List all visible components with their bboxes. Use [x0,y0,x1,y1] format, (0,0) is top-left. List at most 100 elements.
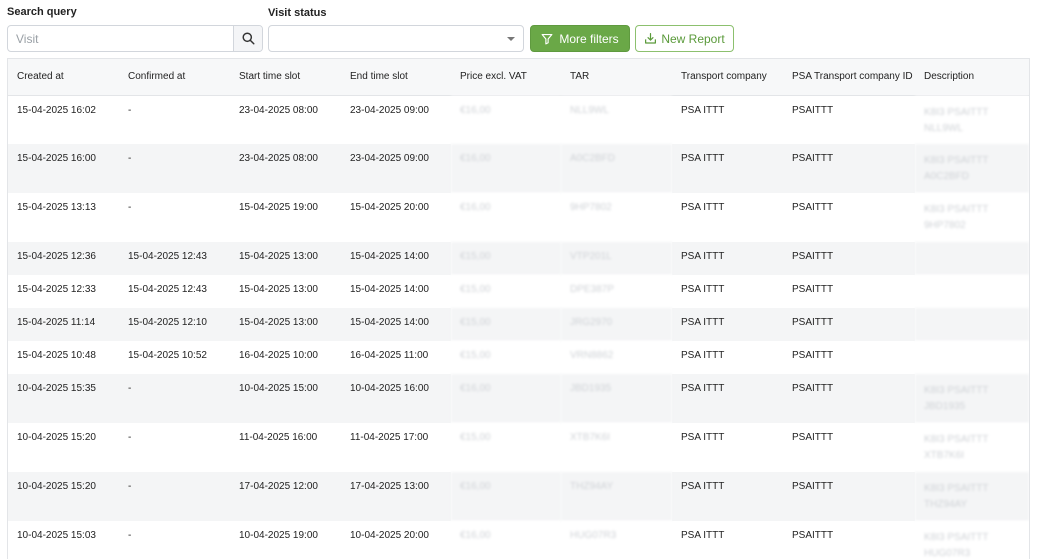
table-row[interactable]: 15-04-2025 13:13-15-04-2025 19:00 15-04-2… [8,193,1029,242]
description-line-1: K8I3 PSAITTT [924,483,989,494]
visit-status-label: Visit status [268,7,327,19]
cell-start-time-slot: 16-04-2025 10:00 [230,341,341,374]
cell-created-at: 15-04-2025 10:48 [8,341,119,374]
cell-tar: XTB7K6I [561,423,672,472]
cell-transport-company: PSA ITTT [672,472,783,521]
column-header-start-time-slot[interactable]: Start time slot [230,59,341,96]
cell-created-at: 15-04-2025 12:36 [8,242,119,275]
cell-description [915,242,1029,275]
cell-transport-company: PSA ITTT [672,193,783,242]
cell-company-id: PSAITTT [783,374,915,423]
column-header-tar[interactable]: TAR [561,59,672,96]
table-row[interactable]: 10-04-2025 15:20-11-04-2025 16:00 11-04-2… [8,423,1029,472]
table-row[interactable]: 10-04-2025 15:35-10-04-2025 15:00 10-04-2… [8,374,1029,423]
cell-start-time-slot: 23-04-2025 08:00 [230,144,341,193]
more-filters-button[interactable]: More filters [530,25,630,52]
cell-company-id: PSAITTT [783,308,915,341]
cell-tar: THZ94AY [561,472,672,521]
cell-description: K8I3 PSAITTT A0C2BFD [915,144,1029,193]
column-header-created-at[interactable]: Created at [8,59,119,96]
cell-start-time-slot: 10-04-2025 15:00 [230,374,341,423]
description-line-1: K8I3 PSAITTT [924,106,989,118]
cell-transport-company: PSA ITTT [672,242,783,275]
cell-end-time-slot: 10-04-2025 20:00 [341,521,451,559]
cell-price: €16,00 [451,144,561,193]
search-button[interactable] [233,26,262,51]
cell-end-time-slot: 15-04-2025 20:00 [341,193,451,242]
table-row[interactable]: 15-04-2025 12:36 15-04-2025 12:43 15-04-20… [8,242,1029,275]
filter-icon [541,33,553,44]
cell-created-at: 10-04-2025 15:35 [8,374,119,423]
search-field [7,25,263,52]
column-header-company-id[interactable]: PSA Transport company ID [783,59,915,96]
description-line-2: JBD1935 [924,401,966,412]
table-row[interactable]: 15-04-2025 11:14 15-04-2025 12:10 15-04-20… [8,308,1029,341]
chevron-down-icon [507,37,515,41]
table-row[interactable]: 15-04-2025 10:48 15-04-2025 10:52 16-04-20… [8,341,1029,374]
cell-description: K8I3 PSAITTT JBD1935 [915,374,1029,423]
cell-end-time-slot: 23-04-2025 09:00 [341,95,451,144]
description-line-1: K8I3 PSAITTT [924,385,989,396]
cell-end-time-slot: 15-04-2025 14:00 [341,242,451,275]
cell-start-time-slot: 15-04-2025 13:00 [230,242,341,275]
cell-tar: VRN8862 [561,341,672,374]
cell-transport-company: PSA ITTT [672,374,783,423]
cell-company-id: PSAITTT [783,521,915,559]
cell-created-at: 15-04-2025 16:00 [8,144,119,193]
cell-tar: VTP201L [561,242,672,275]
cell-transport-company: PSA ITTT [672,308,783,341]
table-row[interactable]: 15-04-2025 12:33 15-04-2025 12:43 15-04-20… [8,275,1029,308]
new-report-button[interactable]: New Report [635,25,734,52]
cell-start-time-slot: 23-04-2025 08:00 [230,95,341,144]
cell-confirmed-at: 15-04-2025 12:43 [119,242,230,275]
cell-company-id: PSAITTT [783,341,915,374]
cell-transport-company: PSA ITTT [672,423,783,472]
cell-start-time-slot: 17-04-2025 12:00 [230,472,341,521]
cell-tar: A0C2BFD [561,144,672,193]
column-header-description[interactable]: Description [915,59,1029,96]
description-line-2: NLL9WL [924,122,963,134]
cell-price: €16,00 [451,95,561,144]
cell-tar: NLL9WL [561,95,672,144]
cell-price: €15,00 [451,308,561,341]
search-label: Search query [7,6,77,18]
cell-description: K8I3 PSAITTT HUG07R3 [915,521,1029,559]
description-line-1: K8I3 PSAITTT [924,155,989,166]
visit-status-select[interactable] [268,25,524,52]
filter-bar: Search query Visit status More filters N… [7,0,1037,56]
cell-confirmed-at: 15-04-2025 10:52 [119,341,230,374]
cell-description [915,341,1029,374]
cell-created-at: 15-04-2025 12:33 [8,275,119,308]
cell-confirmed-at: - [119,472,230,521]
column-header-end-time-slot[interactable]: End time slot [341,59,451,96]
description-line-2: 9HP7802 [924,220,966,231]
cell-end-time-slot: 17-04-2025 13:00 [341,472,451,521]
table-row[interactable]: 10-04-2025 15:03-10-04-2025 19:00 10-04-2… [8,521,1029,559]
table-row[interactable]: 15-04-2025 16:00-23-04-2025 08:00 23-04-2… [8,144,1029,193]
cell-confirmed-at: 15-04-2025 12:43 [119,275,230,308]
cell-confirmed-at: - [119,521,230,559]
cell-end-time-slot: 16-04-2025 11:00 [341,341,451,374]
search-icon [241,32,255,45]
cell-price: €16,00 [451,193,561,242]
search-input[interactable] [8,26,233,51]
description-line-2: XTB7K6I [924,450,965,461]
cell-description [915,275,1029,308]
table-row[interactable]: 15-04-2025 16:02-23-04-2025 08:00 23-04-2… [8,95,1029,144]
description-line-2: THZ94AY [924,499,968,510]
new-report-label: New Report [661,31,725,46]
cell-description [915,308,1029,341]
column-header-transport-company[interactable]: Transport company [672,59,783,96]
cell-company-id: PSAITTT [783,423,915,472]
column-header-confirmed-at[interactable]: Confirmed at [119,59,230,96]
description-line-1: K8I3 PSAITTT [924,204,989,215]
cell-confirmed-at: - [119,374,230,423]
cell-confirmed-at: 15-04-2025 12:10 [119,308,230,341]
cell-confirmed-at: - [119,95,230,144]
cell-end-time-slot: 10-04-2025 16:00 [341,374,451,423]
column-header-price[interactable]: Price excl. VAT [451,59,561,96]
description-line-2: HUG07R3 [924,548,971,559]
cell-end-time-slot: 15-04-2025 14:00 [341,308,451,341]
table-row[interactable]: 10-04-2025 15:20-17-04-2025 12:00 17-04-2… [8,472,1029,521]
visits-table: Created at Confirmed at Start time slot … [7,58,1030,559]
